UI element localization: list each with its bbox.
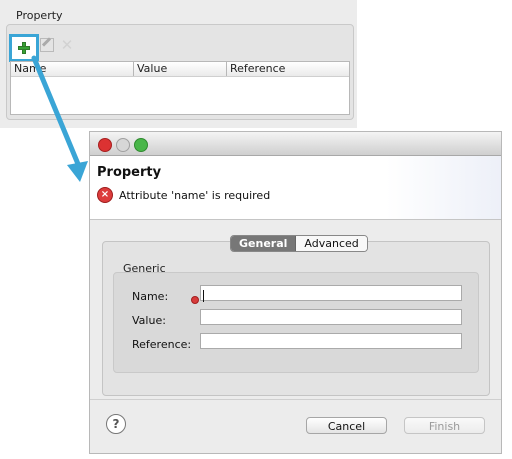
property-dialog: Property × Attribute 'name' is required … (89, 131, 502, 454)
property-table[interactable]: Name Value Reference (10, 61, 350, 115)
reference-column-header[interactable]: Reference (227, 62, 349, 76)
dialog-header: Property × Attribute 'name' is required (90, 156, 501, 220)
close-window-button[interactable] (98, 138, 112, 152)
add-property-button[interactable] (9, 34, 39, 62)
footer-separator (90, 399, 501, 400)
minimize-window-button[interactable] (116, 138, 130, 152)
maximize-window-button[interactable] (134, 138, 148, 152)
value-input[interactable] (200, 309, 462, 325)
error-message: Attribute 'name' is required (119, 189, 271, 202)
dialog-titlebar (90, 132, 501, 156)
value-label: Value: (132, 314, 166, 327)
name-label: Name: (132, 290, 169, 303)
dialog-title: Property (97, 165, 162, 180)
delete-property-button[interactable]: ✕ (57, 35, 77, 55)
required-error-icon (191, 296, 199, 304)
reference-label: Reference: (132, 338, 192, 351)
text-cursor (203, 290, 204, 302)
value-column-header[interactable]: Value (134, 62, 227, 76)
error-icon: × (97, 187, 113, 203)
cancel-button[interactable]: Cancel (306, 417, 387, 434)
dialog-tabs: General Advanced (230, 235, 368, 252)
edit-icon (40, 38, 54, 52)
tab-general[interactable]: General (231, 236, 297, 251)
tab-advanced[interactable]: Advanced (296, 236, 367, 251)
question-icon[interactable]: ? (106, 414, 126, 434)
name-column-header[interactable]: Name (11, 62, 134, 76)
property-panel-title: Property (16, 9, 63, 22)
finish-button[interactable]: Finish (404, 417, 485, 434)
delete-icon: ✕ (60, 36, 74, 54)
reference-input[interactable] (200, 333, 462, 349)
edit-property-button[interactable] (37, 35, 57, 55)
name-input[interactable] (200, 285, 462, 301)
plus-icon (17, 41, 31, 55)
table-header: Name Value Reference (11, 62, 349, 77)
property-panel: Property ✕ Name Value Reference (0, 0, 357, 128)
